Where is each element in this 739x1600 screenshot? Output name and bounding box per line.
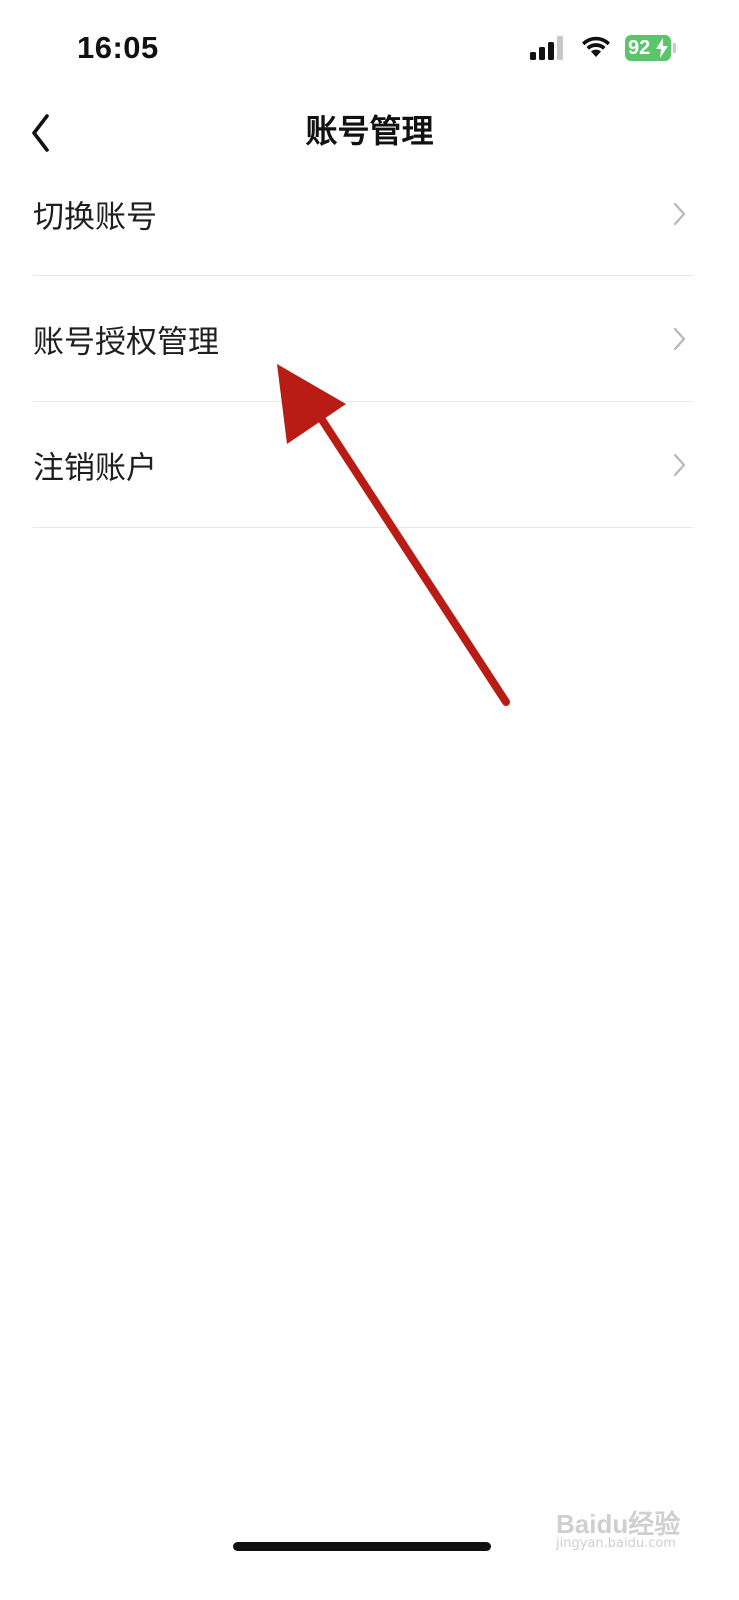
battery-level: 92 [628, 37, 651, 59]
chevron-right-icon [673, 202, 686, 225]
list-item-delete-account[interactable]: 注销账户 [33, 402, 693, 528]
battery-charging-icon: 92 [625, 35, 671, 61]
settings-list: 切换账号 账号授权管理 注销账户 [0, 152, 739, 528]
cellular-signal-icon [530, 36, 563, 60]
wifi-icon [582, 36, 610, 57]
bolt-icon [656, 38, 668, 58]
list-item-account-authorization[interactable]: 账号授权管理 [33, 276, 693, 402]
home-indicator [233, 1542, 491, 1551]
list-item-label: 注销账户 [33, 450, 157, 486]
status-time: 16:05 [77, 30, 159, 65]
battery-cap [673, 43, 676, 53]
watermark-url: jingyan.baidu.com [556, 1536, 676, 1551]
list-item-label: 切换账号 [33, 199, 157, 235]
watermark: Baidu经验 jingyan.baidu.com [556, 1486, 696, 1556]
list-item-label: 账号授权管理 [33, 324, 219, 360]
page-title: 账号管理 [305, 112, 434, 150]
chevron-right-icon [673, 327, 686, 350]
list-item-switch-account[interactable]: 切换账号 [33, 152, 693, 276]
status-bar: 16:05 92 [0, 0, 739, 96]
chevron-right-icon [673, 453, 686, 476]
